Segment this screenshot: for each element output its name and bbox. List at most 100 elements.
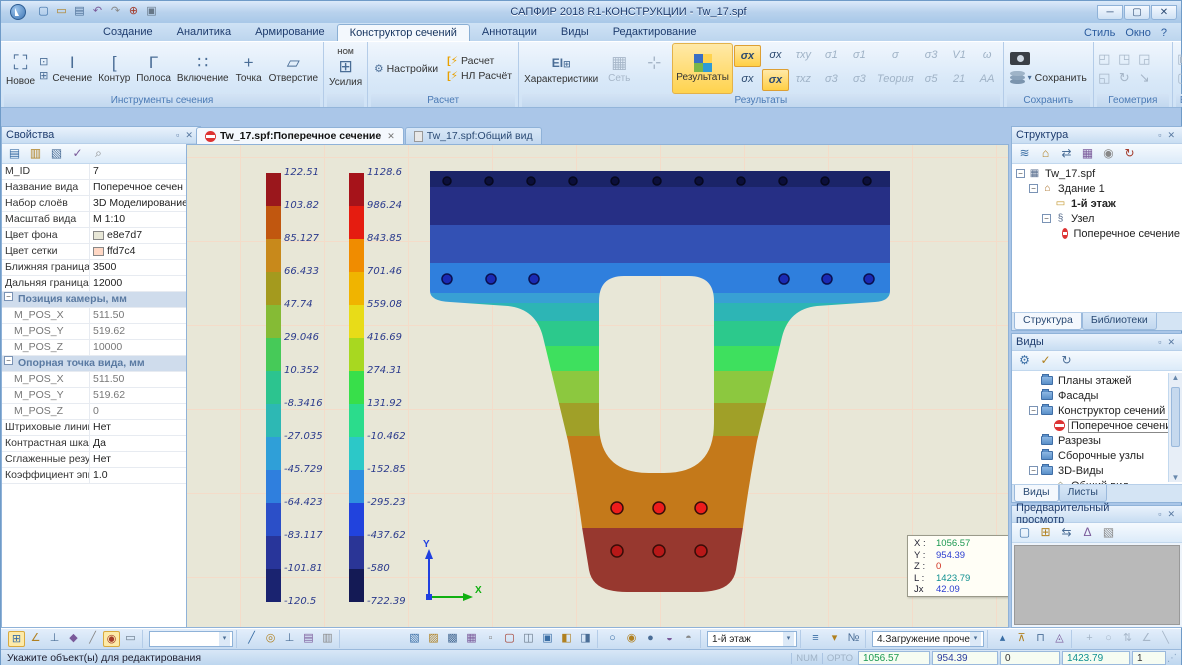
- sigma-button[interactable]: ω: [974, 45, 1001, 67]
- toolbar-icon[interactable]: ◓: [680, 631, 697, 647]
- toolbar-icon[interactable]: ▥: [27, 146, 44, 162]
- property-row[interactable]: M_POS_X511.50: [2, 372, 188, 388]
- sigma-button[interactable]: σ: [874, 45, 917, 67]
- save-button[interactable]: ▾Сохранить: [1006, 70, 1091, 85]
- storey-combo[interactable]: 1-й этаж▾: [707, 631, 797, 647]
- sigma-button[interactable]: σ5: [918, 69, 945, 91]
- toolbar-icon[interactable]: ≋: [1016, 146, 1033, 162]
- rebar-point[interactable]: [653, 502, 665, 514]
- rebar-point[interactable]: [529, 274, 539, 284]
- tab-views[interactable]: Виды: [1014, 485, 1059, 502]
- maximize-button[interactable]: ▢: [1124, 5, 1150, 20]
- property-value[interactable]: 10000: [90, 340, 188, 355]
- property-row[interactable]: Цвет сеткиffd7c4: [2, 244, 188, 260]
- toolbar-icon[interactable]: ◉: [103, 631, 120, 647]
- property-row[interactable]: Контрастная шкалаДа: [2, 436, 188, 452]
- sigma-button[interactable]: τxz: [790, 69, 817, 91]
- property-row[interactable]: Дальняя граница, мм12000: [2, 276, 188, 292]
- collapse-icon[interactable]: −: [4, 356, 13, 365]
- property-row[interactable]: Название видаПоперечное сечен: [2, 180, 188, 196]
- resize-grip[interactable]: ⋰: [1167, 653, 1181, 664]
- toolbar-icon[interactable]: ○: [1100, 631, 1117, 647]
- toolbar-icon[interactable]: ╱: [84, 631, 101, 647]
- tab-libraries[interactable]: Библиотеки: [1082, 313, 1157, 330]
- toolbar-icon[interactable]: ↷: [107, 4, 124, 20]
- calc-button[interactable]: [⚡Расчет: [443, 54, 516, 68]
- sigma-button[interactable]: σ3: [918, 45, 945, 67]
- expander-icon[interactable]: −: [1029, 184, 1038, 193]
- tree-node[interactable]: −⌂Здание 1: [1012, 181, 1182, 196]
- tree-node[interactable]: Фасады: [1012, 388, 1182, 403]
- toolbar-icon[interactable]: ▤: [300, 631, 317, 647]
- property-row[interactable]: M_POS_Y519.62: [2, 388, 188, 404]
- ribbon-tab-2[interactable]: Аналитика: [165, 24, 243, 41]
- pin-icon[interactable]: ▫: [1155, 337, 1164, 347]
- toolbar-icon[interactable]: ▦: [1079, 146, 1096, 162]
- toolbar-icon[interactable]: ▫: [482, 631, 499, 647]
- toolbar-icon[interactable]: ↻: [1116, 70, 1133, 86]
- close-panel-icon[interactable]: ✕: [1164, 509, 1178, 520]
- toolbar-icon[interactable]: ⌂: [1037, 146, 1054, 162]
- toolbar-icon[interactable]: ▣: [143, 4, 160, 20]
- document-tab-1[interactable]: Tw_17.spf:Поперечное сечение✕: [196, 127, 404, 144]
- toolbar-icon[interactable]: ▾: [826, 631, 843, 647]
- rebar-point[interactable]: [737, 177, 745, 185]
- toolbar-icon[interactable]: ↶: [89, 4, 106, 20]
- tool-button[interactable]: IСечение: [49, 43, 95, 94]
- app-logo-icon[interactable]: [5, 2, 31, 22]
- expander-icon[interactable]: −: [1029, 406, 1038, 415]
- tool-button[interactable]: ∷Включение: [174, 43, 232, 94]
- minimize-button[interactable]: ─: [1097, 5, 1123, 20]
- sigma-button[interactable]: σx: [734, 69, 761, 91]
- toolbar-icon[interactable]: ∠: [1138, 631, 1155, 647]
- toolbar-icon[interactable]: ⊥: [281, 631, 298, 647]
- toolbar-icon[interactable]: ▩: [444, 631, 461, 647]
- rebar-point[interactable]: [527, 177, 535, 185]
- pin-icon[interactable]: ▫: [1155, 130, 1164, 140]
- rebar-point[interactable]: [822, 274, 832, 284]
- toolbar-icon[interactable]: ◎: [262, 631, 279, 647]
- ribbon-tab-5[interactable]: Аннотации: [470, 24, 549, 41]
- sigma-button[interactable]: σx: [734, 45, 761, 67]
- sigma-button[interactable]: σ1: [846, 45, 873, 67]
- ribbon-tab-3[interactable]: Армирование: [243, 24, 337, 41]
- rebar-point[interactable]: [779, 177, 787, 185]
- property-value[interactable]: 511.50: [90, 372, 188, 387]
- pin-icon[interactable]: ▫: [1155, 509, 1164, 519]
- tab-structure[interactable]: Структура: [1014, 313, 1082, 330]
- sigma-button[interactable]: σx: [762, 45, 789, 67]
- new-section-button[interactable]: ⛶ Новое: [3, 43, 38, 94]
- property-row[interactable]: −Позиция камеры, мм: [2, 292, 188, 308]
- menu-style[interactable]: Стиль: [1084, 27, 1115, 39]
- sigma-button[interactable]: σ3: [818, 69, 845, 91]
- property-value[interactable]: 519.62: [90, 324, 188, 339]
- tree-node[interactable]: ◇Общий вид: [1012, 478, 1182, 484]
- tool-button[interactable]: ▱Отверстие: [266, 43, 321, 94]
- toolbar-icon[interactable]: ▢: [1016, 525, 1033, 541]
- property-row[interactable]: Сглаженные резул..Нет: [2, 452, 188, 468]
- toolbar-icon[interactable]: ◲: [1136, 51, 1153, 67]
- property-value[interactable]: 12000: [90, 276, 188, 291]
- property-value[interactable]: 0: [90, 404, 188, 419]
- results-button[interactable]: Результаты: [672, 43, 733, 94]
- toolbar-icon[interactable]: ✓: [69, 146, 86, 162]
- close-tab-icon[interactable]: ✕: [387, 131, 395, 142]
- toolbar-icon[interactable]: ◱: [1096, 70, 1113, 86]
- close-panel-icon[interactable]: ✕: [1164, 337, 1178, 348]
- tree-node[interactable]: −Конструктор сечений: [1012, 403, 1182, 418]
- property-value[interactable]: Нет: [90, 452, 188, 467]
- tree-node[interactable]: Поперечное сечение: [1012, 418, 1182, 433]
- property-row[interactable]: Набор слоёв3D Моделирование: [2, 196, 188, 212]
- rebar-point[interactable]: [611, 545, 623, 557]
- toolbar-icon[interactable]: ▨: [425, 631, 442, 647]
- rebar-point[interactable]: [443, 177, 451, 185]
- expander-icon[interactable]: −: [1016, 169, 1025, 178]
- toolbar-icon[interactable]: ▧: [48, 146, 65, 162]
- toolbar-icon[interactable]: ≡: [807, 631, 824, 647]
- ribbon-tab-7[interactable]: Редактирование: [601, 24, 709, 41]
- rebar-point[interactable]: [653, 177, 661, 185]
- close-panel-icon[interactable]: ✕: [1164, 130, 1178, 141]
- drawing-canvas[interactable]: Y X X :1056.57Y :954.39Z :0L :1423.79Jx4…: [186, 144, 1009, 628]
- property-row[interactable]: M_POS_Z0: [2, 404, 188, 420]
- property-value[interactable]: М 1:10: [90, 212, 188, 227]
